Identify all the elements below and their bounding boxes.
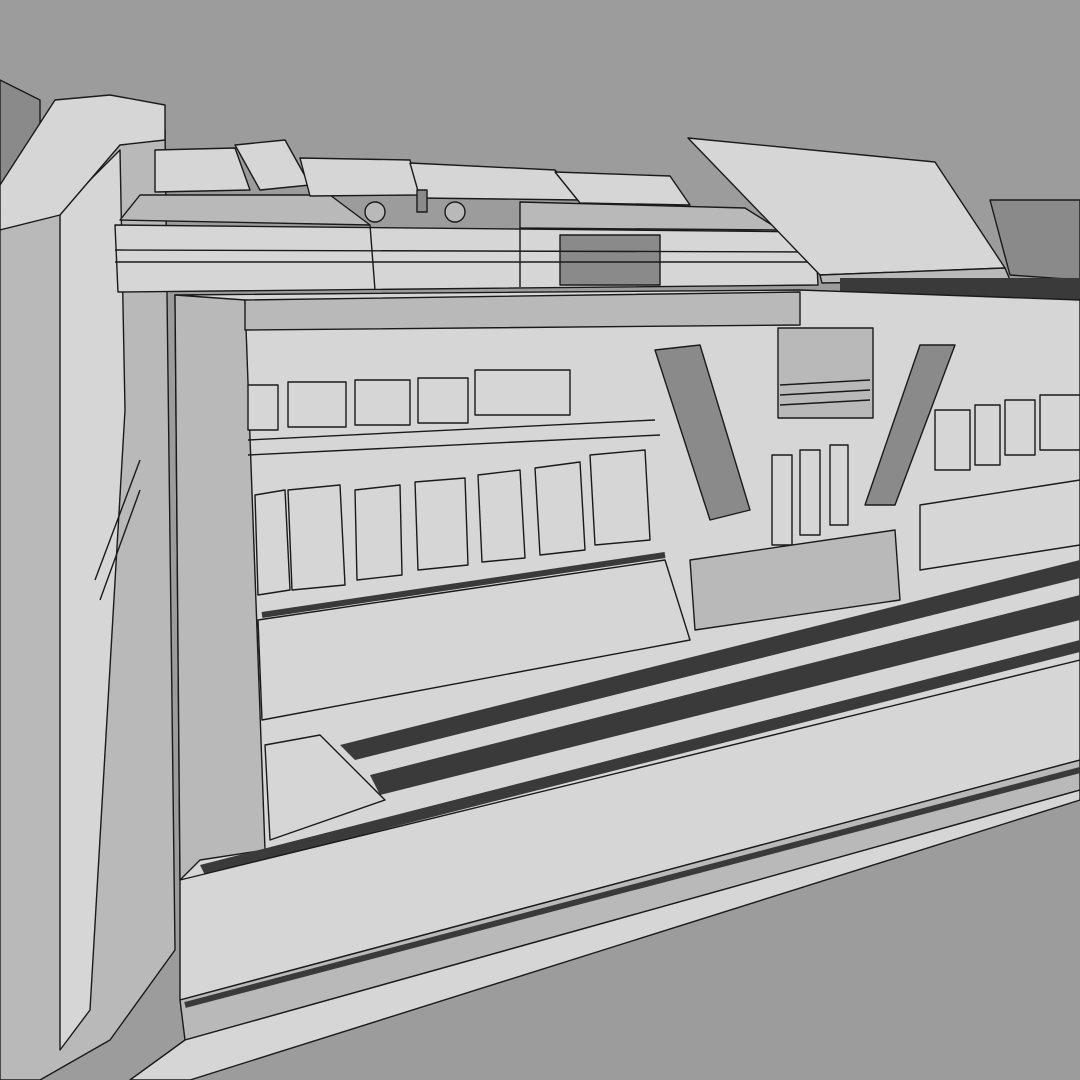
block bbox=[974, 404, 1001, 466]
block bbox=[287, 381, 347, 428]
pillar bbox=[771, 454, 793, 546]
block bbox=[354, 484, 403, 581]
block bbox=[354, 379, 411, 426]
block bbox=[287, 484, 346, 591]
block bbox=[589, 449, 651, 546]
ledge-dark-strip bbox=[559, 234, 661, 286]
knob bbox=[364, 201, 386, 223]
knob bbox=[444, 201, 466, 223]
ledge-top-surface bbox=[119, 194, 371, 226]
control-block bbox=[299, 157, 421, 197]
block bbox=[1039, 394, 1080, 451]
block bbox=[934, 409, 971, 471]
block bbox=[247, 384, 279, 431]
knob-stem bbox=[416, 189, 428, 213]
block bbox=[534, 461, 586, 556]
pillar bbox=[799, 449, 821, 536]
render-viewport bbox=[0, 0, 1080, 1080]
block bbox=[474, 369, 571, 416]
ledge-front bbox=[114, 224, 819, 293]
block bbox=[477, 469, 526, 563]
block bbox=[417, 377, 469, 424]
block bbox=[414, 477, 469, 571]
block bbox=[1004, 399, 1036, 456]
control-block bbox=[154, 147, 251, 193]
pillar bbox=[829, 444, 849, 526]
block bbox=[254, 489, 291, 596]
